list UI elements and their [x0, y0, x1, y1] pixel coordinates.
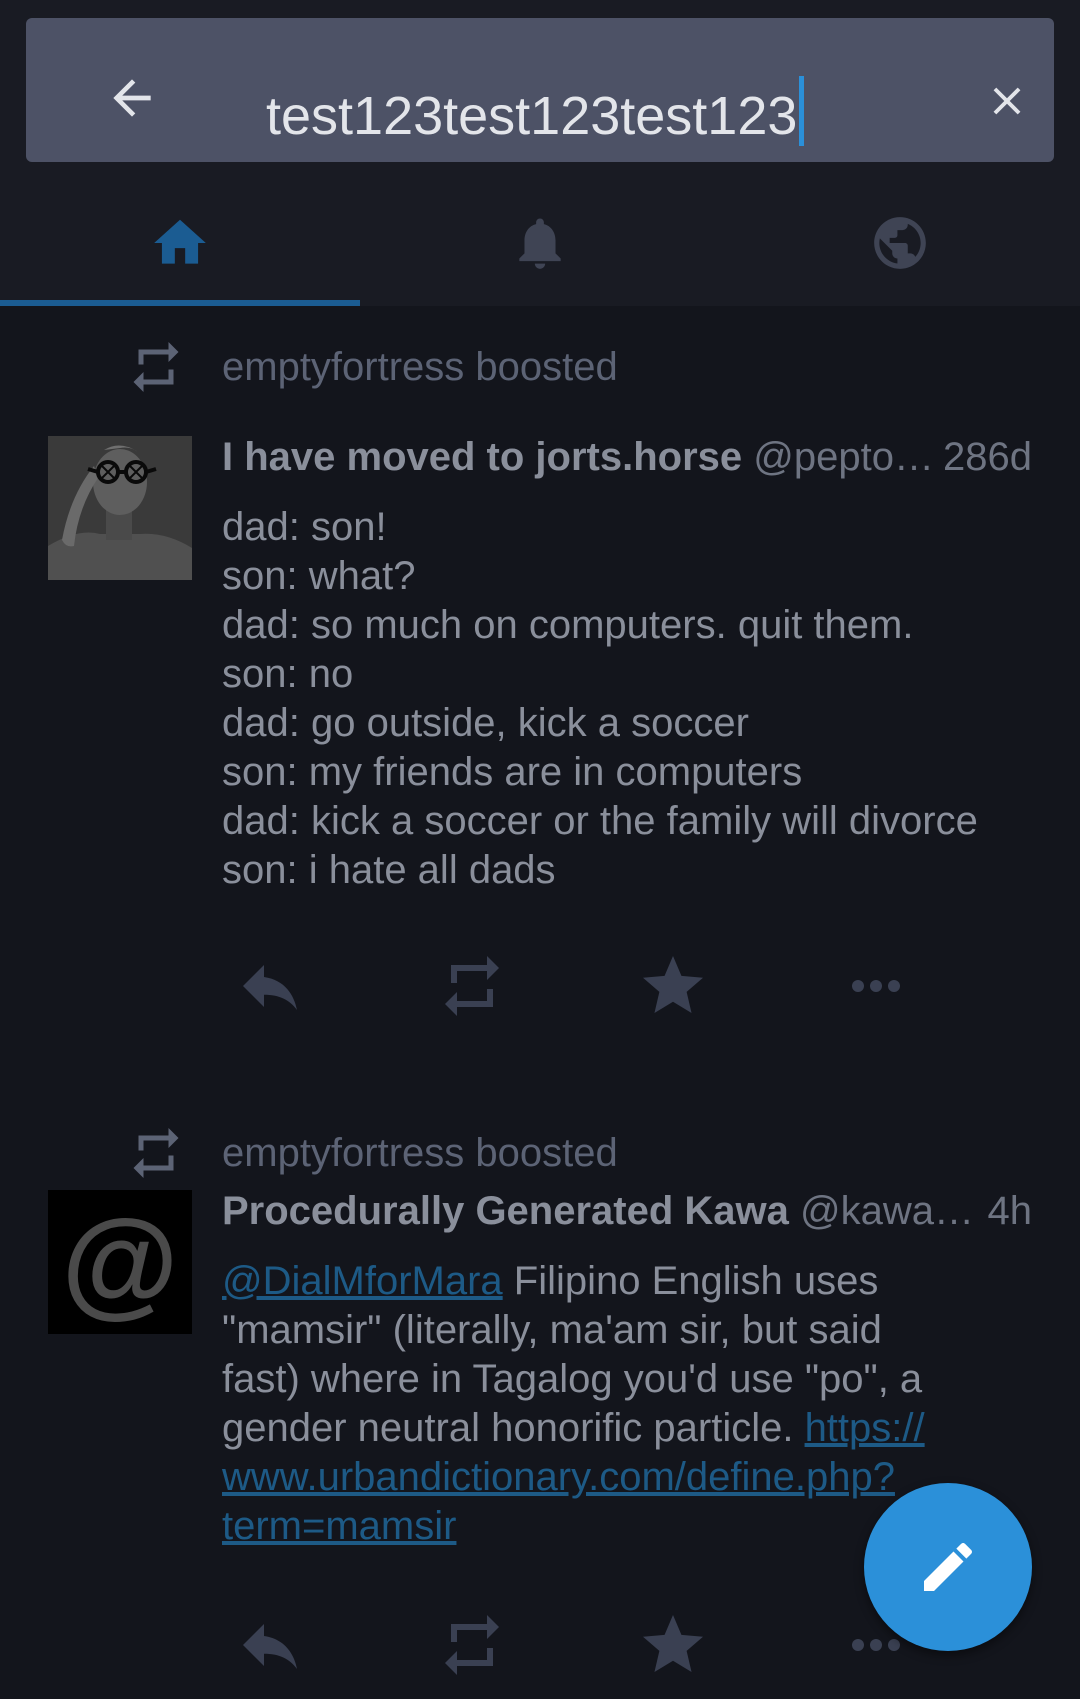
boost-icon	[133, 342, 179, 392]
content-line: dad: kick a soccer or the family will di…	[222, 799, 978, 843]
status-card[interactable]: emptyfortress boosted I have moved to jo…	[0, 306, 1080, 1026]
boost-icon	[133, 1128, 179, 1178]
content-text: gender neutral honorific particle.	[222, 1406, 805, 1450]
display-name[interactable]: Procedurally Generated Kawa	[222, 1189, 789, 1233]
close-icon[interactable]	[984, 78, 1030, 124]
timestamp: 286d	[943, 435, 1032, 479]
boost-icon	[445, 1615, 499, 1675]
favourite-button[interactable]	[633, 946, 713, 1026]
content-line: dad: go outside, kick a soccer	[222, 701, 749, 745]
compose-button[interactable]	[864, 1483, 1032, 1651]
boost-icon	[445, 956, 499, 1016]
favourite-icon	[643, 956, 703, 1013]
content-line: fast) where in Tagalog you'd use "po", a	[222, 1357, 923, 1401]
search-bar[interactable]: test123test123test123	[26, 18, 1054, 162]
home-icon	[154, 219, 206, 264]
account-handle[interactable]: @pepto…	[753, 435, 934, 479]
url-link[interactable]: www.urbandictionary.com/define.php?	[222, 1455, 895, 1499]
text-caret	[799, 76, 805, 146]
avatar[interactable]	[48, 436, 192, 580]
content-line: @DialMforMara Filipino English uses	[222, 1257, 1052, 1306]
reply-button[interactable]	[230, 946, 310, 1026]
avatar-at-symbol: @	[61, 1195, 179, 1329]
url-link[interactable]: https://	[805, 1406, 925, 1450]
content-line: dad: son!	[222, 505, 387, 549]
avatar-image	[48, 436, 192, 580]
content-text: Filipino English uses	[502, 1259, 879, 1303]
reply-button[interactable]	[230, 1605, 310, 1685]
boost-indicator	[124, 1123, 188, 1183]
status-actions	[0, 946, 1080, 1026]
search-input[interactable]: test123test123test123	[266, 76, 805, 148]
boost-button[interactable]	[432, 946, 512, 1026]
status-header: Procedurally Generated Kawa @kawa… 4h	[222, 1181, 1032, 1241]
mention-link[interactable]: @DialMforMara	[222, 1259, 503, 1303]
tab-federated[interactable]	[720, 180, 1080, 306]
favourite-button[interactable]	[633, 1605, 713, 1685]
display-name[interactable]: I have moved to jorts.horse	[222, 435, 742, 479]
content-line: gender neutral honorific particle. https…	[222, 1404, 1052, 1453]
content-line: dad: so much on computers. quit them.	[222, 603, 914, 647]
boosted-by-label: emptyfortress boosted	[222, 1131, 618, 1175]
content-line: son: no	[222, 652, 354, 696]
content-line: son: my friends are in computers	[222, 750, 803, 794]
content-line: son: i hate all dads	[222, 848, 556, 892]
top-bar: test123test123test123	[0, 0, 1080, 306]
more-button[interactable]	[836, 946, 916, 1026]
account-handle[interactable]: @kawa…	[800, 1189, 974, 1233]
timestamp: 4h	[987, 1189, 1033, 1233]
reply-icon	[243, 965, 297, 1010]
tab-notifications[interactable]	[360, 180, 720, 306]
status-content: dad: son! son: what? dad: so much on com…	[222, 503, 1052, 895]
globe-icon	[874, 217, 926, 269]
pencil-icon	[924, 1542, 973, 1591]
boosted-by-label: emptyfortress boosted	[222, 345, 618, 389]
arrow-left-icon[interactable]	[104, 70, 160, 126]
timeline-tabs	[0, 180, 1080, 306]
tab-home[interactable]	[0, 180, 360, 306]
bell-icon	[519, 218, 561, 269]
content-line: "mamsir" (literally, ma'am sir, but said	[222, 1308, 882, 1352]
favourite-icon	[643, 1615, 703, 1672]
boost-button[interactable]	[432, 1605, 512, 1685]
more-icon	[852, 980, 900, 992]
avatar[interactable]: @	[48, 1190, 192, 1334]
search-query: test123test123test123	[266, 86, 798, 146]
url-link[interactable]: term=mamsir	[222, 1504, 456, 1548]
reply-icon	[243, 1624, 297, 1669]
boost-indicator	[124, 337, 188, 397]
status-header: I have moved to jorts.horse @pepto… 286d	[222, 427, 1032, 487]
content-line: son: what?	[222, 554, 416, 598]
